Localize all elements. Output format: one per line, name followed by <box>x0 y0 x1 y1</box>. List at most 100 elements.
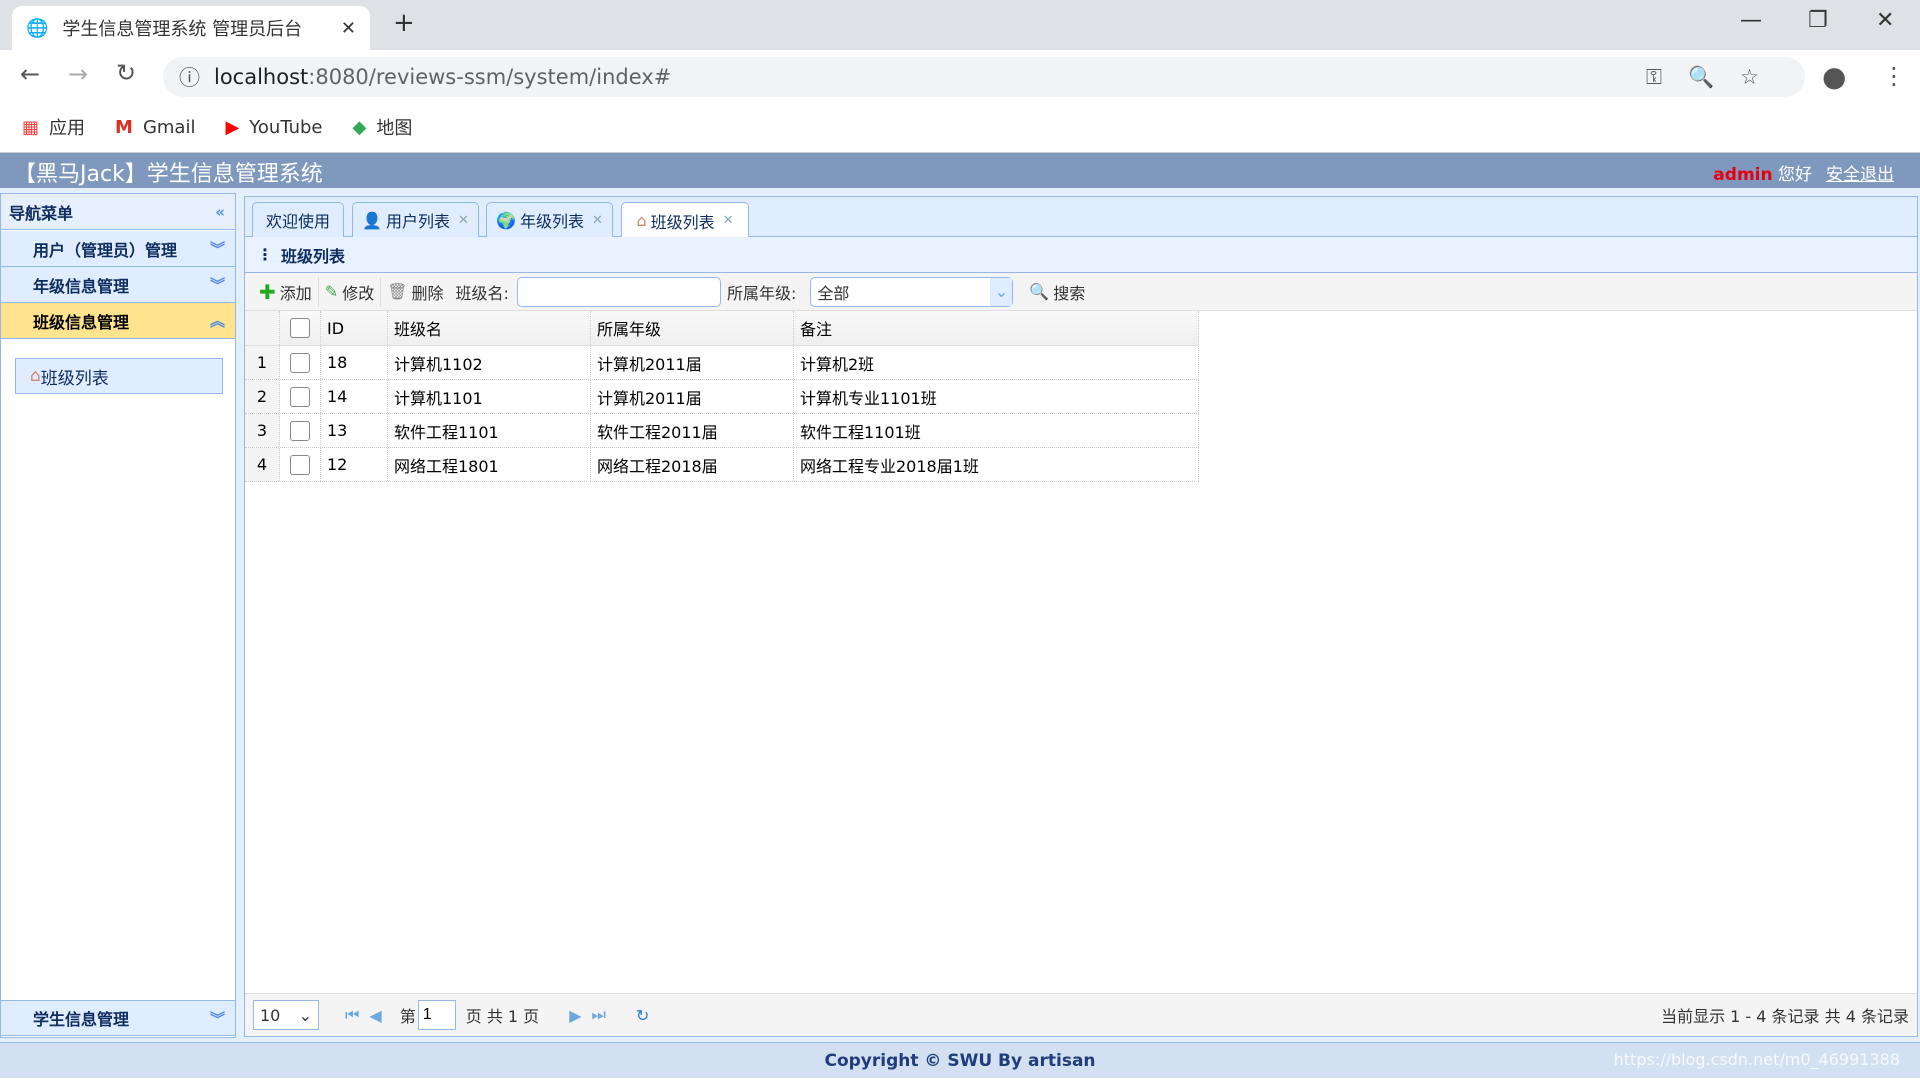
cell-id: 18 <box>321 346 388 379</box>
page-total: 页 共 1 页 <box>465 1007 540 1026</box>
bookmark-label: 应用 <box>49 118 86 139</box>
cell-grade: 计算机2011届 <box>591 346 794 379</box>
page-prefix: 第 <box>399 1007 416 1026</box>
close-window-icon[interactable]: ✕ <box>1876 8 1894 33</box>
sidebar-item-students[interactable]: 学生信息管理 ︾ <box>1 1000 235 1036</box>
globe-icon: 🌍 <box>496 210 516 230</box>
add-button[interactable]: ✚ 添加 <box>253 276 319 307</box>
page-size-select[interactable]: 10 ⌄ <box>253 1000 319 1030</box>
edit-button[interactable]: ✎ 修改 <box>319 276 382 307</box>
sidebar-header: 导航菜单 « <box>1 194 235 230</box>
last-page-icon[interactable]: ⏭ <box>592 1005 606 1025</box>
table-row[interactable]: 3 13 软件工程1101 软件工程2011届 软件工程1101班 <box>245 414 1199 448</box>
next-page-icon[interactable]: ▶ <box>569 1006 581 1025</box>
browser-tab[interactable]: 🌐 学生信息管理系统 管理员后台 ✕ <box>12 6 370 50</box>
first-page-icon[interactable]: ⏮ <box>345 1005 359 1025</box>
subitem-label: 班级列表 <box>40 368 109 389</box>
user-icon: 👤 <box>362 210 382 230</box>
bookmark-apps[interactable]: ▦ 应用 <box>22 114 85 140</box>
column-header-id[interactable]: ID <box>321 311 388 345</box>
key-zoom-star-icons[interactable]: ⚿🔍☆ <box>1646 65 1785 90</box>
row-checkbox[interactable] <box>290 386 310 407</box>
close-icon[interactable]: ✕ <box>723 213 734 228</box>
row-checkbox[interactable] <box>290 420 310 441</box>
tab-label: 班级列表 <box>650 212 715 232</box>
tab-class-list[interactable]: ⌂ 班级列表 ✕ <box>621 202 749 238</box>
search-button[interactable]: 🔍 搜索 <box>1023 277 1091 307</box>
close-icon[interactable]: ✕ <box>592 213 603 228</box>
profile-icon[interactable]: ● <box>1822 60 1846 93</box>
menu-icon[interactable]: ⋮ <box>1882 62 1906 90</box>
sidebar-subitem-class-list[interactable]: ⌂ 班级列表 <box>15 358 223 394</box>
collapse-left-icon[interactable]: « <box>215 203 225 221</box>
close-icon[interactable]: ✕ <box>458 213 469 228</box>
chevron-up-icon: ︽ <box>209 312 225 330</box>
select-all-checkbox[interactable] <box>290 318 310 338</box>
bookmark-maps[interactable]: ◆ 地图 <box>353 114 413 140</box>
grade-select-value: 全部 <box>817 283 850 303</box>
reload-icon[interactable]: ↻ <box>116 59 136 87</box>
url-host: localhost <box>214 65 309 89</box>
cell-name: 软件工程1101 <box>388 414 591 447</box>
tab-label: 用户列表 <box>386 212 451 231</box>
chevron-down-icon: ︾ <box>209 1009 225 1028</box>
sidebar-item-users[interactable]: 用户（管理员）管理 ︾ <box>1 231 235 267</box>
maps-icon: ◆ <box>352 116 367 138</box>
row-checkbox[interactable] <box>290 454 310 475</box>
app-header: 【黑马Jack】学生信息管理系统 admin 您好 安全退出 <box>0 153 1920 188</box>
url-path: :8080/reviews-ssm/system/index# <box>308 65 672 89</box>
row-number: 1 <box>245 346 280 379</box>
prev-page-icon[interactable]: ◀ <box>369 1006 381 1025</box>
username: admin <box>1713 165 1773 185</box>
bookmark-youtube[interactable]: ▶ YouTube <box>225 117 322 138</box>
grade-select[interactable]: 全部 ⌄ <box>810 276 1014 307</box>
row-checkbox[interactable] <box>290 352 310 373</box>
user-info: admin 您好 安全退出 <box>1713 160 1894 185</box>
table-row[interactable]: 4 12 网络工程1801 网络工程2018届 网络工程专业2018届1班 <box>245 448 1199 482</box>
bookmark-label: 地图 <box>376 118 413 139</box>
edit-label: 修改 <box>342 283 375 303</box>
bookmark-label: Gmail <box>142 116 196 138</box>
column-header-remark[interactable]: 备注 <box>794 311 1199 345</box>
minimize-icon[interactable]: — <box>1740 8 1762 33</box>
info-icon: ⓘ <box>179 66 200 90</box>
rownum-header <box>245 311 280 345</box>
tab-user-list[interactable]: 👤 用户列表 ✕ <box>352 202 479 237</box>
back-icon[interactable]: ← <box>20 60 40 88</box>
logout-link[interactable]: 安全退出 <box>1826 165 1894 185</box>
watermark: https://blog.csdn.net/m0_46991388 <box>1613 1050 1900 1069</box>
new-tab-icon[interactable]: + <box>393 8 415 38</box>
cell-name: 网络工程1801 <box>388 448 591 481</box>
grade-label: 所属年级: <box>726 283 797 303</box>
column-header-grade[interactable]: 所属年级 <box>591 311 794 345</box>
sidebar: 导航菜单 « 用户（管理员）管理 ︾ 年级信息管理 ︾ 班级信息管理 ︽ ⌂ 班级列表 学… <box>0 193 236 1038</box>
cell-remark: 计算机专业1101班 <box>794 380 1199 413</box>
cell-grade: 网络工程2018届 <box>591 448 794 481</box>
close-tab-icon[interactable]: ✕ <box>341 18 356 39</box>
url-bar[interactable]: ⓘ localhost:8080/reviews-ssm/system/inde… <box>163 57 1805 97</box>
sidebar-item-classes[interactable]: 班级信息管理 ︽ <box>1 303 235 339</box>
plus-icon: ✚ <box>259 279 276 304</box>
forward-icon[interactable]: → <box>68 60 88 88</box>
restore-icon[interactable]: ❐ <box>1808 8 1828 33</box>
bookmark-gmail[interactable]: M Gmail <box>115 117 195 138</box>
delete-button[interactable]: 🗑 删除 <box>381 277 449 307</box>
chevron-down-icon: ⌄ <box>990 277 1013 306</box>
sidebar-item-label: 年级信息管理 <box>33 276 130 296</box>
row-checkbox-cell <box>280 448 321 481</box>
class-name-input[interactable] <box>516 276 721 307</box>
tabs-bar: 欢迎使用 👤 用户列表 ✕ 🌍 年级列表 ✕ ⌂ 班级列表 ✕ <box>245 197 1917 238</box>
tab-grade-list[interactable]: 🌍 年级列表 ✕ <box>486 202 613 237</box>
page-number-input[interactable] <box>417 1000 456 1030</box>
pagination: 10 ⌄ ⏮ ◀ 第 页 共 1 页 ▶ ⏭ ↻ 当前显示 1 - 4 条记录 共… <box>245 993 1917 1036</box>
column-header-name[interactable]: 班级名 <box>388 311 591 345</box>
house-icon: ⌂ <box>30 366 41 386</box>
sidebar-item-grades[interactable]: 年级信息管理 ︾ <box>1 267 235 303</box>
house-icon: ⌂ <box>636 211 647 230</box>
table-row[interactable]: 2 14 计算机1101 计算机2011届 计算机专业1101班 <box>245 380 1199 414</box>
table-row[interactable]: 1 18 计算机1102 计算机2011届 计算机2班 <box>245 346 1199 380</box>
cell-id: 13 <box>321 414 388 447</box>
tab-welcome[interactable]: 欢迎使用 <box>252 202 344 237</box>
row-number: 4 <box>245 448 280 481</box>
refresh-icon[interactable]: ↻ <box>636 1006 649 1025</box>
